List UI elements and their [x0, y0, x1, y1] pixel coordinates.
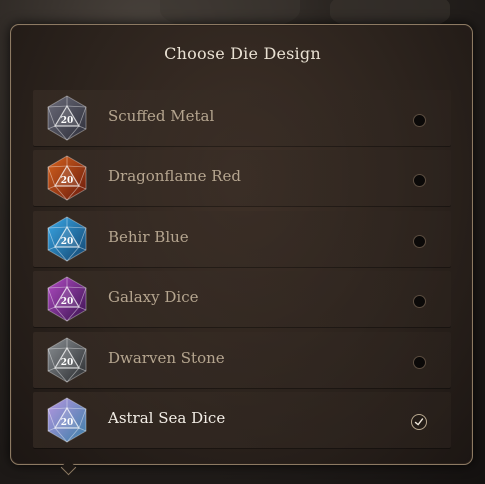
die-option-label: Galaxy Dice — [108, 288, 199, 307]
die-option-row[interactable]: 20 Scuffed Metal — [33, 90, 451, 146]
radio-button[interactable] — [413, 355, 426, 369]
die-option-row[interactable]: 20 Dwarven Stone — [33, 331, 451, 388]
die-option-label: Scuffed Metal — [108, 107, 215, 125]
radio-button[interactable] — [413, 174, 426, 188]
die-dwarven-stone-icon: 20 — [47, 336, 87, 383]
die-option-row[interactable]: 20 Behir Blue — [33, 210, 451, 267]
die-dragonflame-red-icon: 20 — [47, 155, 87, 201]
die-option-row[interactable]: 20 Galaxy Dice — [33, 271, 451, 328]
die-option-row-selected[interactable]: 20 Astral Sea Dice — [33, 391, 451, 448]
die-face-number: 20 — [61, 116, 74, 126]
die-face-number: 20 — [61, 358, 74, 368]
die-face-number: 20 — [61, 297, 74, 307]
die-option-label: Behir Blue — [108, 227, 189, 246]
radio-button[interactable] — [413, 234, 426, 248]
radio-button[interactable] — [413, 295, 426, 309]
die-behir-blue-icon: 20 — [47, 216, 87, 262]
radio-button[interactable] — [413, 114, 426, 127]
die-option-row[interactable]: 20 Dragonflame Red — [33, 150, 451, 207]
die-astral-sea-icon: 20 — [47, 397, 87, 443]
die-face-number: 20 — [61, 237, 74, 247]
die-design-list: 20 Scuffed Metal 20 Dragonflame Red 20 B… — [33, 90, 451, 452]
die-galaxy-icon: 20 — [47, 276, 87, 322]
selected-checkmark-icon[interactable] — [411, 413, 427, 430]
die-face-number: 20 — [61, 418, 74, 428]
die-option-label: Astral Sea Dice — [108, 408, 226, 427]
die-option-label: Dwarven Stone — [108, 348, 225, 367]
die-scuffed-metal-icon: 20 — [47, 95, 87, 141]
die-face-number: 20 — [61, 176, 74, 186]
die-option-label: Dragonflame Red — [108, 167, 242, 186]
dialog-title: Choose Die Design — [164, 44, 321, 63]
